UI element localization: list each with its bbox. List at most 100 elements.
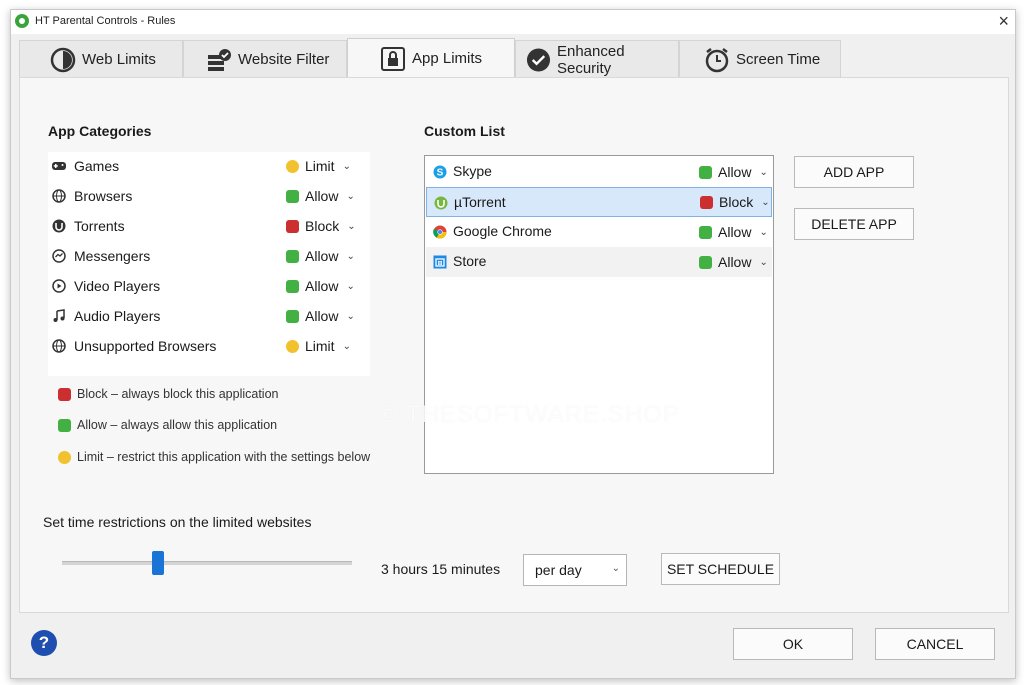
category-status-dropdown[interactable]: Limit ⌄ bbox=[286, 158, 351, 174]
status-label: Allow bbox=[305, 188, 339, 204]
utorrent-icon bbox=[434, 196, 448, 210]
status-label: Allow bbox=[718, 224, 752, 240]
tab-screen-time[interactable]: Screen Time bbox=[679, 40, 841, 78]
limit-status-icon bbox=[286, 159, 299, 173]
app-limits-panel: App Categories Games Limit ⌄ Browsers Al… bbox=[19, 77, 1009, 613]
category-label: Messengers bbox=[74, 248, 151, 264]
category-status-dropdown[interactable]: Limit ⌄ bbox=[286, 338, 351, 354]
category-row-games[interactable]: Games Limit ⌄ bbox=[48, 152, 370, 182]
tab-enhanced-security[interactable]: Enhanced Security bbox=[515, 40, 679, 78]
custom-row-store[interactable]: Store Allow ⌄ bbox=[426, 247, 772, 277]
tab-website-filter[interactable]: Website Filter bbox=[183, 40, 347, 78]
app-status-dropdown[interactable]: Block ⌄ bbox=[700, 194, 770, 210]
block-status-icon bbox=[700, 195, 713, 209]
close-button[interactable]: × bbox=[998, 11, 1009, 32]
category-row-torrents[interactable]: Torrents Block ⌄ bbox=[48, 212, 370, 242]
legend-text: Limit – restrict this application with t… bbox=[77, 450, 371, 464]
custom-row-utorrent[interactable]: µTorrent Block ⌄ bbox=[426, 187, 772, 217]
chevron-down-icon: ⌄ bbox=[759, 166, 768, 178]
category-row-video-players[interactable]: Video Players Allow ⌄ bbox=[48, 272, 370, 302]
status-label: Allow bbox=[305, 278, 339, 294]
app-status-dropdown[interactable]: Allow ⌄ bbox=[699, 254, 768, 270]
play-circle-icon bbox=[52, 279, 66, 293]
cancel-button[interactable]: CANCEL bbox=[875, 628, 995, 660]
category-row-browsers[interactable]: Browsers Allow ⌄ bbox=[48, 182, 370, 212]
torrent-icon bbox=[52, 219, 66, 233]
status-label: Allow bbox=[718, 254, 752, 270]
rules-window: HT Parental Controls - Rules × Web Limit… bbox=[10, 9, 1016, 679]
legend-text: Block – always block this application bbox=[77, 387, 279, 401]
category-status-dropdown[interactable]: Allow ⌄ bbox=[286, 248, 355, 264]
status-label: Block bbox=[719, 194, 754, 210]
chevron-down-icon: ⌄ bbox=[347, 220, 356, 232]
app-categories-title: App Categories bbox=[48, 123, 152, 139]
help-button[interactable]: ? bbox=[31, 630, 57, 656]
category-status-dropdown[interactable]: Block ⌄ bbox=[286, 218, 356, 234]
tab-web-limits[interactable]: Web Limits bbox=[19, 40, 183, 78]
app-categories-list: Games Limit ⌄ Browsers Allow ⌄ Torrents … bbox=[48, 152, 370, 376]
watermark: © THESOFTWARE.SHOP bbox=[380, 401, 680, 428]
allow-status-icon bbox=[699, 225, 712, 239]
set-schedule-button[interactable]: SET SCHEDULE bbox=[661, 553, 780, 585]
custom-row-google-chrome[interactable]: Google Chrome Allow ⌄ bbox=[426, 217, 772, 247]
status-label: Allow bbox=[718, 164, 752, 180]
custom-list-title: Custom List bbox=[424, 123, 505, 139]
category-label: Unsupported Browsers bbox=[74, 338, 217, 354]
custom-row-skype[interactable]: S Skype Allow ⌄ bbox=[426, 157, 772, 187]
chevron-down-icon: ⌄ bbox=[759, 256, 768, 268]
allow-status-icon bbox=[286, 249, 299, 263]
app-logo-icon bbox=[15, 14, 29, 28]
app-lock-icon bbox=[381, 46, 405, 71]
legend-limit: Limit – restrict this application with t… bbox=[58, 450, 370, 464]
limit-status-icon bbox=[58, 450, 71, 464]
add-app-button[interactable]: ADD APP bbox=[794, 156, 914, 188]
category-status-dropdown[interactable]: Allow ⌄ bbox=[286, 188, 355, 204]
app-label: µTorrent bbox=[454, 194, 506, 210]
messenger-icon bbox=[52, 249, 66, 263]
chevron-down-icon: ⌄ bbox=[342, 340, 351, 352]
category-status-dropdown[interactable]: Allow ⌄ bbox=[286, 308, 355, 324]
category-label: Torrents bbox=[74, 218, 125, 234]
legend-allow: Allow – always allow this application bbox=[58, 418, 277, 432]
gamepad-icon bbox=[52, 162, 66, 170]
chevron-down-icon: ⌄ bbox=[759, 226, 768, 238]
period-select-value: per day bbox=[535, 562, 582, 578]
clock-half-icon bbox=[50, 47, 76, 72]
legend-text: Allow – always allow this application bbox=[77, 418, 278, 432]
app-status-dropdown[interactable]: Allow ⌄ bbox=[699, 164, 768, 180]
skype-icon: S bbox=[433, 165, 447, 179]
status-label: Allow bbox=[305, 308, 339, 324]
category-row-audio-players[interactable]: Audio Players Allow ⌄ bbox=[48, 302, 370, 332]
chevron-down-icon: ⌄ bbox=[761, 196, 770, 208]
title-bar: HT Parental Controls - Rules × bbox=[11, 10, 1015, 34]
app-label: Google Chrome bbox=[453, 223, 552, 239]
ok-button[interactable]: OK bbox=[733, 628, 853, 660]
block-status-icon bbox=[286, 219, 299, 233]
allow-status-icon bbox=[286, 279, 299, 293]
tab-label: Website Filter bbox=[238, 51, 330, 68]
svg-text:S: S bbox=[437, 168, 444, 179]
period-select[interactable]: per day ⌄ bbox=[523, 554, 627, 586]
window-title: HT Parental Controls - Rules bbox=[35, 15, 176, 27]
category-label: Games bbox=[74, 158, 120, 174]
time-restriction-label: Set time restrictions on the limited web… bbox=[43, 514, 312, 530]
allow-status-icon bbox=[699, 165, 712, 179]
time-slider-thumb[interactable] bbox=[151, 551, 164, 575]
time-slider-track[interactable] bbox=[62, 561, 352, 565]
block-status-icon bbox=[58, 387, 71, 401]
chrome-icon bbox=[433, 225, 447, 239]
chevron-down-icon: ⌄ bbox=[342, 160, 351, 172]
tab-app-limits[interactable]: App Limits bbox=[347, 38, 515, 78]
tab-label: Web Limits bbox=[82, 51, 156, 68]
chevron-down-icon: ⌄ bbox=[346, 190, 355, 202]
category-status-dropdown[interactable]: Allow ⌄ bbox=[286, 278, 355, 294]
music-note-icon bbox=[53, 309, 65, 322]
app-status-dropdown[interactable]: Allow ⌄ bbox=[699, 224, 768, 240]
chevron-down-icon: ⌄ bbox=[611, 563, 620, 574]
category-label: Audio Players bbox=[74, 308, 161, 324]
delete-app-button[interactable]: DELETE APP bbox=[794, 208, 914, 240]
category-row-messengers[interactable]: Messengers Allow ⌄ bbox=[48, 242, 370, 272]
category-row-unsupported-browsers[interactable]: Unsupported Browsers Limit ⌄ bbox=[48, 332, 370, 362]
alarm-clock-icon bbox=[705, 47, 729, 72]
status-label: Limit bbox=[305, 338, 335, 354]
